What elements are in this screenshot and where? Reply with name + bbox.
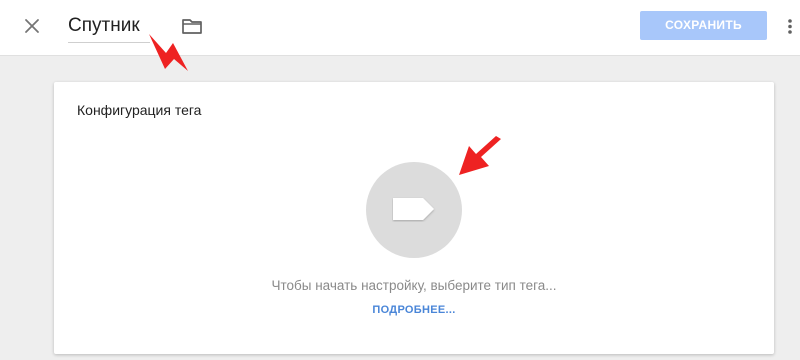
page-title: Спутник: [68, 15, 140, 36]
hint-text: Чтобы начать настройку, выберите тип тег…: [271, 278, 557, 293]
card-title: Конфигурация тега: [77, 102, 202, 118]
tag-name-field[interactable]: Спутник: [68, 12, 150, 43]
tag-icon: [393, 198, 434, 220]
tag-configuration-card: Конфигурация тега Чтобы начать настройку…: [54, 82, 774, 354]
folder-icon: [182, 19, 202, 34]
more-vert-icon: [788, 19, 792, 34]
close-button[interactable]: [20, 14, 44, 38]
more-button[interactable]: [783, 14, 797, 38]
learn-more-link[interactable]: ПОДРОБНЕЕ...: [54, 304, 774, 316]
folder-button[interactable]: [180, 14, 204, 38]
top-bar: Спутник СОХРАНИТЬ: [0, 0, 800, 56]
close-icon: [25, 19, 39, 33]
save-button[interactable]: СОХРАНИТЬ: [640, 11, 767, 40]
choose-tag-type-button[interactable]: [366, 162, 462, 258]
